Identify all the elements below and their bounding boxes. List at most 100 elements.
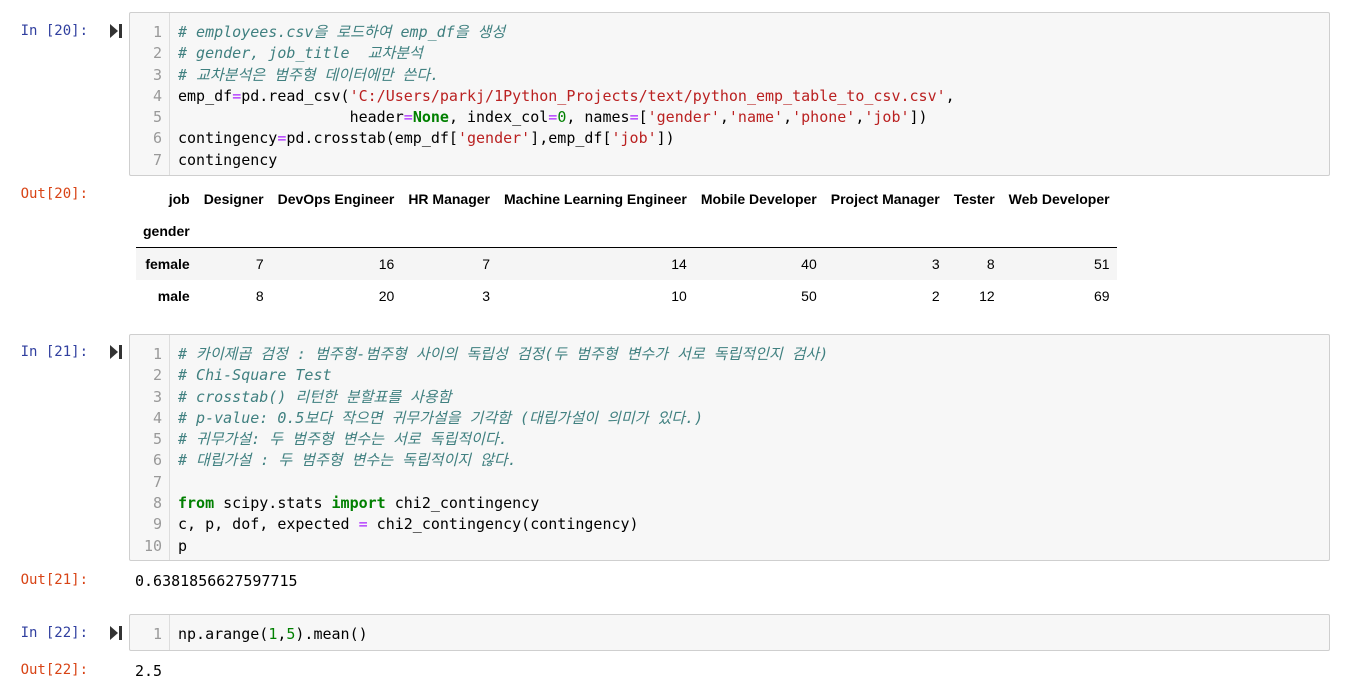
code-text: # 카이제곱 검정 : 범주형-범주형 사이의 독립성 검정(두 범주형 변수가… xyxy=(178,344,828,365)
table-header-row: job Designer DevOps Engineer HR Manager … xyxy=(136,183,1117,215)
code-line: 5 # 귀무가설: 두 범주형 변수는 서로 독립적이다. xyxy=(130,429,1329,450)
code-token: = xyxy=(629,108,639,127)
out-prompt: Out[22]: xyxy=(20,662,88,678)
line-number: 1 xyxy=(152,345,162,363)
table-cell: 10 xyxy=(671,288,687,304)
code-text: # gender, job_title 교차분석 xyxy=(178,43,423,64)
table-cell: 3 xyxy=(931,256,940,272)
code-line: 8 from scipy.stats import chi2_contingenc… xyxy=(130,493,1329,514)
line-number: 8 xyxy=(152,494,162,513)
code-token: = xyxy=(548,108,558,127)
code-line: 9 c, p, dof, expected = chi2_contingency(… xyxy=(130,514,1329,535)
line-number: 4 xyxy=(152,86,162,105)
table-cell: 3 xyxy=(482,288,490,304)
code-token: c, p, dof, expected xyxy=(178,515,359,534)
code-line: 5 header=None, index_col=0, names=['gend… xyxy=(130,107,1329,128)
code-text: # crosstab() 리턴한 분할표를 사용함 xyxy=(178,387,451,408)
code-token: # Chi-Square Test xyxy=(178,366,332,385)
table-cell: 7 xyxy=(482,256,490,272)
code-token: [ xyxy=(638,108,648,127)
code-line: 10 p xyxy=(130,536,1329,557)
line-number: 9 xyxy=(152,515,162,534)
column-header: DevOps Engineer xyxy=(277,191,395,207)
column-header: HR Manager xyxy=(408,191,490,207)
table-cell: 16 xyxy=(378,256,395,272)
code-token: np.arange( xyxy=(178,625,269,643)
line-number: 2 xyxy=(152,366,162,385)
code-line: 7 contingency xyxy=(130,150,1329,171)
code-token: 'job' xyxy=(864,108,910,127)
code-line: 3 # crosstab() 리턴한 분할표를 사용함 xyxy=(130,387,1329,408)
table-cell: 8 xyxy=(255,288,264,304)
code-editor[interactable]: 1 np.arange(1,5).mean() xyxy=(129,614,1330,651)
code-token: None xyxy=(412,108,449,127)
code-token: ]) xyxy=(909,108,928,127)
code-token: , names xyxy=(566,108,630,127)
code-token: # 교차분석은 범주형 데이터에만 쓴다. xyxy=(178,65,440,84)
table-cell: 40 xyxy=(801,256,817,272)
code-token: # crosstab() 리턴한 분할표를 사용함 xyxy=(178,387,452,406)
line-number: 1 xyxy=(152,625,162,643)
column-header: Tester xyxy=(953,191,995,207)
code-token: p xyxy=(178,536,188,555)
code-token: header xyxy=(178,108,404,127)
code-text: np.arange(1,5).mean() xyxy=(178,624,368,645)
in-prompt: In [21]: xyxy=(20,344,88,360)
table-cell: 8 xyxy=(986,256,995,272)
line-number: 3 xyxy=(152,65,162,84)
code-text: # Chi-Square Test xyxy=(178,365,332,386)
code-line: 1 # employees.csv을 로드하여 emp_df을 생성 xyxy=(130,22,1329,43)
code-line: 2 # Chi-Square Test xyxy=(130,365,1329,386)
code-token: # p-value: 0.5보다 작으면 귀무가설을 기각함 (대립가설이 의미… xyxy=(178,408,704,427)
code-token: from xyxy=(178,494,215,513)
step-forward-icon xyxy=(110,345,122,359)
code-token: = xyxy=(403,108,413,127)
code-token: # 카이제곱 검정 : 범주형-범주형 사이의 독립성 검정(두 범주형 변수가… xyxy=(178,345,829,363)
run-cell-button[interactable] xyxy=(109,23,123,39)
code-token: scipy.stats xyxy=(214,494,332,513)
columns-name: job xyxy=(168,191,190,207)
code-token: emp_df xyxy=(178,86,233,105)
column-header: Web Developer xyxy=(1008,191,1110,207)
run-cell-button[interactable] xyxy=(109,344,123,360)
code-token: # 귀무가설: 두 범주형 변수는 서로 독립적이다. xyxy=(178,430,508,449)
table-cell: 20 xyxy=(378,288,395,304)
line-number: 7 xyxy=(152,150,162,169)
code-text: emp_df=pd.read_csv('C:/Users/parkj/1Pyth… xyxy=(178,86,955,107)
code-line: 1 # 카이제곱 검정 : 범주형-범주형 사이의 독립성 검정(두 범주형 변수… xyxy=(130,344,1329,365)
code-token: 1 xyxy=(268,625,278,643)
in-prompt: In [20]: xyxy=(20,23,88,39)
row-index: female xyxy=(145,256,190,272)
crosstab-table: job Designer DevOps Engineer HR Manager … xyxy=(136,183,1117,312)
out-prompt: Out[21]: xyxy=(20,572,88,588)
table-cell: 69 xyxy=(1093,288,1110,304)
code-text: c, p, dof, expected = chi2_contingency(c… xyxy=(178,514,639,535)
code-line: 6 contingency=pd.crosstab(emp_df['gender'… xyxy=(130,128,1329,149)
code-token: = xyxy=(358,515,368,534)
code-text: header=None, index_col=0, names=['gender… xyxy=(178,107,928,128)
line-number: 10 xyxy=(143,536,162,555)
code-token: 'gender' xyxy=(647,108,720,127)
run-cell-button[interactable] xyxy=(109,625,123,641)
code-line: 1 np.arange(1,5).mean() xyxy=(130,624,1329,645)
line-number: 5 xyxy=(152,430,162,449)
line-number: 3 xyxy=(152,387,162,406)
code-token: # gender, job_title 교차분석 xyxy=(178,44,423,63)
table-cell: 51 xyxy=(1093,256,1110,272)
code-editor[interactable]: 1 # employees.csv을 로드하여 emp_df을 생성 2 # gend… xyxy=(129,12,1330,176)
code-editor[interactable]: 1 # 카이제곱 검정 : 범주형-범주형 사이의 독립성 검정(두 범주형 변수… xyxy=(129,334,1330,561)
code-line: 7 xyxy=(130,472,1329,493)
table-cell: 7 xyxy=(255,256,264,272)
table-row: male 8 20 3 10 50 2 12 69 xyxy=(136,280,1117,312)
column-header: Designer xyxy=(203,191,264,207)
code-line: 2 # gender, job_title 교차분석 xyxy=(130,43,1329,64)
line-number: 4 xyxy=(152,408,162,427)
output-value: 0.6381856627597715 xyxy=(135,572,298,590)
column-header: Machine Learning Engineer xyxy=(504,191,687,207)
table-cell: 2 xyxy=(931,288,940,304)
code-token: , xyxy=(783,108,793,127)
code-token: contingency xyxy=(178,129,278,148)
code-text: contingency=pd.crosstab(emp_df['gender']… xyxy=(178,128,675,149)
line-number: 7 xyxy=(152,472,162,491)
output-value: 2.5 xyxy=(135,662,163,680)
